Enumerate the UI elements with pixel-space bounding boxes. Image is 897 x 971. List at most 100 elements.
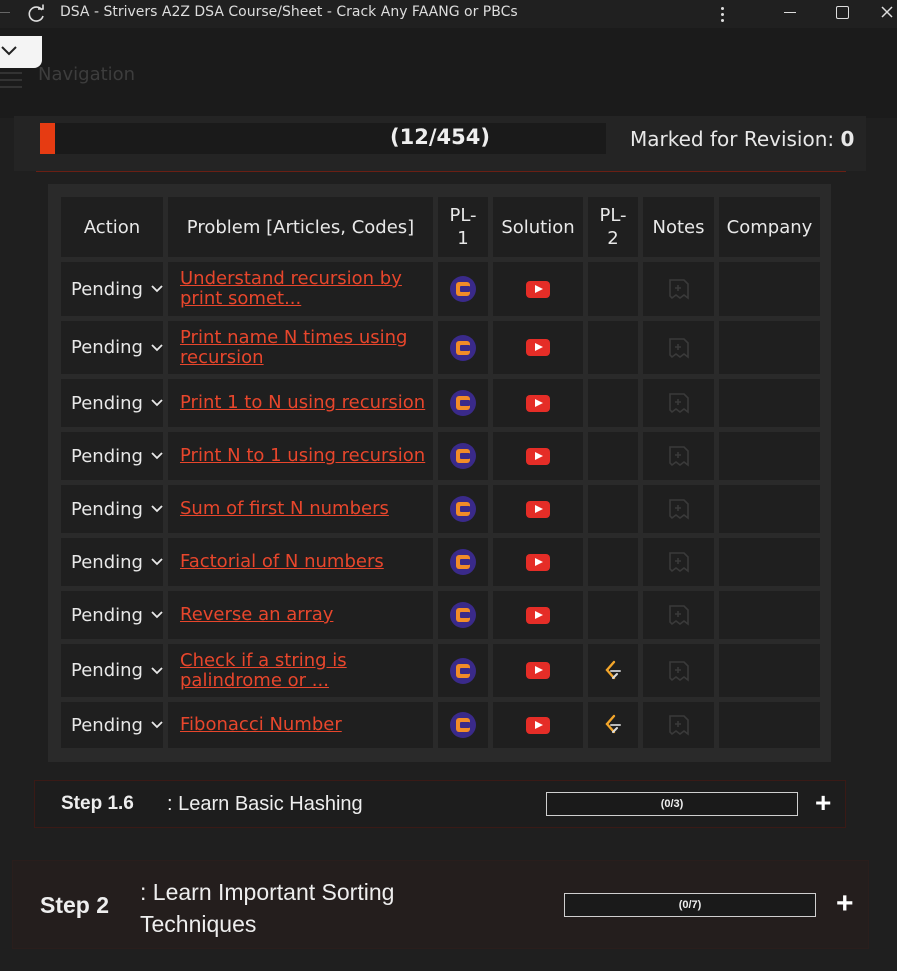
header-pl1: PL-1 xyxy=(438,197,488,257)
leetcode-icon[interactable] xyxy=(603,660,623,682)
add-note-icon[interactable] xyxy=(666,336,692,360)
problem-link[interactable]: Print N to 1 using recursion xyxy=(168,432,433,480)
hamburger-icon[interactable] xyxy=(0,72,22,88)
status-dropdown[interactable]: Pending xyxy=(61,321,163,374)
pl2-cell xyxy=(588,262,638,316)
chevron-down-icon xyxy=(151,558,163,566)
company-cell xyxy=(719,262,820,316)
problem-link[interactable]: Sum of first N numbers xyxy=(168,485,433,533)
add-note-icon[interactable] xyxy=(666,550,692,574)
more-options-icon[interactable] xyxy=(712,3,732,25)
notes-cell xyxy=(643,262,714,316)
close-icon[interactable] xyxy=(878,2,897,24)
chevron-down-icon xyxy=(151,399,163,407)
add-note-icon[interactable] xyxy=(666,277,692,301)
status-value: Pending xyxy=(71,551,143,573)
youtube-icon[interactable] xyxy=(526,716,550,734)
chevron-down-icon xyxy=(151,452,163,460)
back-icon[interactable] xyxy=(0,12,10,13)
status-value: Pending xyxy=(71,604,143,626)
status-dropdown[interactable]: Pending xyxy=(61,591,163,639)
header-notes: Notes xyxy=(643,197,714,257)
expand-plus-icon[interactable]: + xyxy=(836,887,854,921)
header-problem: Problem [Articles, Codes] xyxy=(168,197,433,257)
notes-cell xyxy=(643,644,714,697)
youtube-icon[interactable] xyxy=(526,339,550,356)
youtube-icon[interactable] xyxy=(526,447,550,465)
codingninjas-icon[interactable] xyxy=(450,602,476,628)
step-progress-bar: (0/3) xyxy=(546,792,798,816)
notes-cell xyxy=(643,432,714,480)
marked-for-revision: Marked for Revision: 0 xyxy=(630,127,854,151)
pl2-cell xyxy=(588,644,638,697)
codingninjas-icon[interactable] xyxy=(450,334,476,361)
solution-cell xyxy=(493,432,583,480)
add-note-icon[interactable] xyxy=(666,497,692,521)
status-value: Pending xyxy=(71,498,143,520)
step-number: Step 2 xyxy=(40,892,110,918)
status-value: Pending xyxy=(71,660,143,681)
codingninjas-icon[interactable] xyxy=(450,549,476,575)
youtube-icon[interactable] xyxy=(526,606,550,624)
minimize-icon[interactable] xyxy=(784,12,796,13)
codingninjas-icon[interactable] xyxy=(450,443,476,469)
notes-cell xyxy=(643,591,714,639)
problem-link[interactable]: Print name N times using recursion xyxy=(168,321,433,374)
youtube-icon[interactable] xyxy=(526,500,550,518)
add-note-icon[interactable] xyxy=(666,391,692,415)
header-solution: Solution xyxy=(493,197,583,257)
add-note-icon[interactable] xyxy=(666,603,692,627)
refresh-icon[interactable] xyxy=(26,4,46,24)
status-dropdown[interactable]: Pending xyxy=(61,702,163,748)
notes-cell xyxy=(643,702,714,748)
problem-link[interactable]: Understand recursion by print somet... xyxy=(168,262,433,316)
status-dropdown[interactable]: Pending xyxy=(61,379,163,427)
status-dropdown[interactable]: Pending xyxy=(61,644,163,697)
codingninjas-icon[interactable] xyxy=(450,276,476,302)
youtube-icon[interactable] xyxy=(526,394,550,412)
problem-link[interactable]: Check if a string is palindrome or ... xyxy=(168,644,433,697)
add-note-icon[interactable] xyxy=(666,659,692,683)
youtube-icon[interactable] xyxy=(526,280,550,298)
company-cell xyxy=(719,644,820,697)
pl1-cell xyxy=(438,262,488,316)
header-company: Company xyxy=(719,197,820,257)
status-dropdown[interactable]: Pending xyxy=(61,432,163,480)
chevron-down-icon[interactable] xyxy=(0,44,20,58)
pl1-cell xyxy=(438,644,488,697)
leetcode-icon[interactable] xyxy=(603,714,623,736)
solution-cell xyxy=(493,644,583,697)
problem-link[interactable]: Fibonacci Number xyxy=(168,702,433,748)
codingninjas-icon[interactable] xyxy=(450,390,476,416)
expand-plus-icon[interactable]: + xyxy=(815,787,831,819)
problem-link[interactable]: Factorial of N numbers xyxy=(168,538,433,586)
problem-link[interactable]: Reverse an array xyxy=(168,591,433,639)
add-note-icon[interactable] xyxy=(666,444,692,468)
status-dropdown[interactable]: Pending xyxy=(61,262,163,316)
chevron-down-icon xyxy=(151,721,163,729)
codingninjas-icon[interactable] xyxy=(450,712,476,738)
youtube-icon[interactable] xyxy=(526,662,550,679)
pl1-cell xyxy=(438,538,488,586)
step-title: : Learn Basic Hashing xyxy=(167,793,363,815)
company-cell xyxy=(719,702,820,748)
codingninjas-icon[interactable] xyxy=(450,657,476,684)
chevron-down-icon xyxy=(151,343,163,351)
youtube-icon[interactable] xyxy=(526,553,550,571)
problem-link[interactable]: Print 1 to N using recursion xyxy=(168,379,433,427)
status-dropdown[interactable]: Pending xyxy=(61,538,163,586)
revision-count: 0 xyxy=(840,127,855,151)
solution-cell xyxy=(493,262,583,316)
add-note-icon[interactable] xyxy=(666,713,692,737)
window-title: DSA - Strivers A2Z DSA Course/Sheet - Cr… xyxy=(60,4,518,20)
pl1-cell xyxy=(438,485,488,533)
solution-cell xyxy=(493,321,583,374)
maximize-icon[interactable] xyxy=(836,6,849,19)
chevron-down-icon xyxy=(151,611,163,619)
solution-cell xyxy=(493,591,583,639)
codingninjas-icon[interactable] xyxy=(450,496,476,522)
company-cell xyxy=(719,538,820,586)
status-dropdown[interactable]: Pending xyxy=(61,485,163,533)
window-titlebar: DSA - Strivers A2Z DSA Course/Sheet - Cr… xyxy=(0,0,897,28)
overall-progress-fill xyxy=(40,123,55,154)
